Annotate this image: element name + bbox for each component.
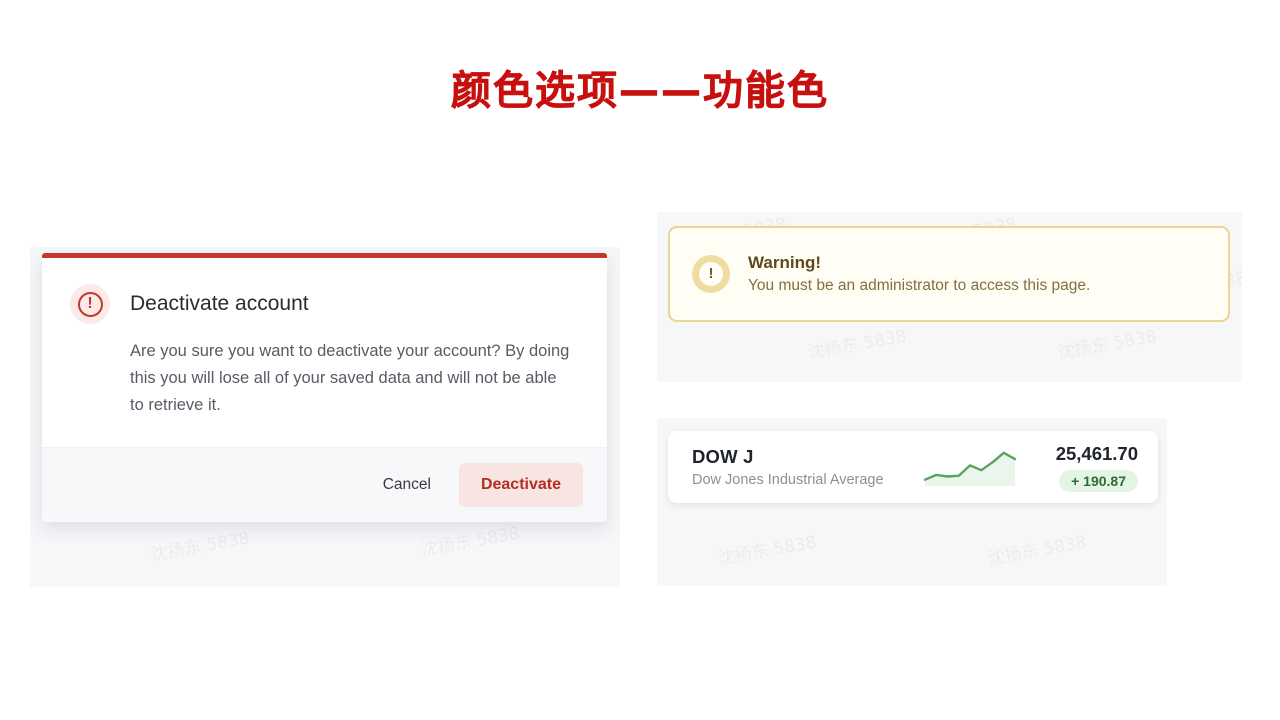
dialog-footer: Cancel Deactivate (42, 447, 607, 522)
dialog-header: ! Deactivate account (70, 284, 577, 324)
warning-message: You must be an administrator to access t… (748, 277, 1091, 294)
sparkline-svg (923, 451, 1016, 486)
green-functional-color-panel: 沈扬东 5838 沈扬东 5838 沈扬东 5838 沈扬东 5838 DOW … (657, 418, 1167, 586)
stock-change-badge: + 190.87 (1059, 469, 1138, 492)
stock-values: 25,461.70 + 190.87 (1056, 443, 1138, 492)
dialog-title: Deactivate account (130, 292, 309, 315)
watermark: 沈扬东 5838 (149, 524, 251, 565)
stock-full-name: Dow Jones Industrial Average (692, 472, 884, 488)
stock-sparkline-chart (884, 444, 1056, 490)
watermark: 沈扬东 5838 (806, 322, 908, 363)
stock-identity: DOW J Dow Jones Industrial Average (692, 446, 884, 488)
deactivate-account-dialog: ! Deactivate account Are you sure you wa… (42, 253, 607, 522)
exclamation-mark: ! (699, 262, 723, 286)
dialog-message: Are you sure you want to deactivate your… (130, 342, 570, 414)
stock-quote-card[interactable]: DOW J Dow Jones Industrial Average 25,46… (668, 431, 1158, 503)
exclamation-circle-icon: ! (70, 284, 110, 324)
warning-alert: ! Warning! You must be an administrator … (668, 226, 1230, 322)
exclamation-mark: ! (77, 291, 103, 317)
stock-symbol: DOW J (692, 446, 754, 467)
deactivate-button[interactable]: Deactivate (458, 463, 583, 507)
cancel-button[interactable]: Cancel (365, 465, 449, 505)
watermark: 沈扬东 5838 (986, 528, 1088, 569)
stock-price: 25,461.70 (1055, 442, 1138, 464)
exclamation-circle-icon: ! (692, 255, 730, 293)
page-title: 颜色选项——功能色 (451, 68, 829, 115)
watermark: 沈扬东 5838 (716, 528, 818, 569)
watermark: 沈扬东 5838 (419, 519, 521, 560)
dialog-body: ! Deactivate account Are you sure you wa… (42, 258, 607, 447)
watermark: 沈扬东 5838 (1056, 322, 1158, 363)
red-functional-color-panel: 沈扬东 5838 沈扬东 5838 沈扬东 5838 沈扬东 5838 沈扬东 … (30, 247, 620, 587)
warning-text-group: Warning! You must be an administrator to… (748, 253, 1090, 295)
warning-title: Warning! (748, 253, 822, 272)
amber-functional-color-panel: 沈扬东 5838 沈扬东 5838 沈扬东 5838 沈扬东 5838 沈扬东 … (657, 212, 1242, 382)
